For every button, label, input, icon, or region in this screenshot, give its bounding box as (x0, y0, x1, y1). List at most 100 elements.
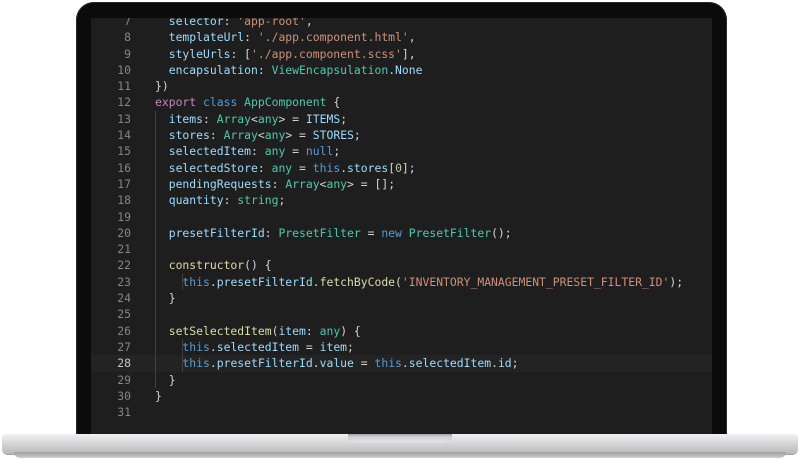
code-text: setSelectedItem(item: any) { (155, 323, 361, 339)
code-token: items (155, 111, 204, 126)
code-token: presetFilterId (155, 225, 265, 240)
code-token: : (251, 144, 265, 159)
code-token: = (353, 356, 375, 371)
code-line[interactable]: 7 selector: 'app-root', (91, 18, 712, 29)
code-text: this.presetFilterId.fetchByCode('INVENTO… (155, 274, 683, 290)
code-line[interactable]: 10 encapsulation: ViewEncapsulation.None (91, 62, 712, 78)
code-line[interactable]: 15 selectedItem: any = null; (91, 143, 712, 160)
code-token: any (264, 144, 286, 159)
code-token: 0 (395, 160, 402, 175)
code-line[interactable]: 25 (91, 306, 712, 323)
code-text: styleUrls: ['./app.component.scss'], (155, 46, 416, 62)
code-token: value (319, 356, 354, 371)
code-line[interactable]: 23 this.presetFilterId.fetchByCode('INVE… (91, 273, 712, 291)
code-token: : (244, 30, 258, 45)
line-number: 22 (117, 258, 131, 273)
code-editor[interactable]: 7 selector: 'app-root', 8 templateUrl: '.… (91, 18, 712, 434)
code-line[interactable]: 12 export class AppComponent { (91, 94, 712, 110)
code-line[interactable]: 30} (91, 388, 712, 404)
code-line[interactable]: 9 styleUrls: ['./app.component.scss'], (91, 46, 712, 62)
code-token: } (155, 372, 176, 387)
code-token: . (209, 356, 217, 371)
code-token: ; (353, 128, 361, 143)
code-line[interactable]: 26 setSelectedItem(item: any) { (91, 322, 712, 339)
code-line[interactable]: 21 (91, 241, 712, 258)
code-line[interactable]: 18 quantity: string; (91, 192, 712, 209)
code-token: any (264, 128, 286, 143)
code-token: ], (401, 46, 416, 61)
code-text: pendingRequests: Array<any> = []; (155, 176, 395, 192)
indent-guide (155, 290, 156, 307)
code-token: : (203, 111, 217, 126)
code-token: , (305, 18, 313, 28)
code-token: ; (511, 356, 519, 371)
line-number: 26 (117, 323, 131, 338)
code-token: = (292, 160, 313, 175)
line-number: 7 (124, 18, 131, 28)
code-token: null (305, 144, 334, 159)
code-token: ); (669, 274, 684, 289)
code-text: } (155, 290, 176, 306)
code-text: this.selectedItem = item; (155, 339, 353, 355)
code-line[interactable]: 8 templateUrl: './app.component.html', (91, 29, 712, 45)
code-token: . (401, 356, 409, 371)
code-line[interactable]: 14 stores: Array<any> = STORES; (91, 127, 712, 144)
code-text: this.presetFilterId.value = this.selecte… (155, 355, 519, 371)
code-token: > = (285, 128, 313, 143)
code-token: item (278, 323, 306, 338)
code-token: , (408, 30, 416, 45)
code-text: presetFilterId: PresetFilter = new Prese… (155, 225, 512, 241)
laptop-base-foot (14, 452, 786, 458)
code-token: : (271, 176, 286, 191)
line-number: 8 (124, 30, 131, 45)
code-line[interactable]: 19 (91, 208, 712, 225)
indent-guide (155, 257, 156, 274)
line-number: 19 (117, 209, 131, 224)
code-line[interactable]: 22 constructor() { (91, 257, 712, 274)
code-token: pendingRequests (155, 176, 272, 191)
code-token: PresetFilter (278, 225, 361, 240)
code-token: './app.component.scss' (251, 46, 402, 61)
indent-guide (155, 224, 156, 242)
code-token: item (319, 339, 348, 354)
code-area[interactable]: 7 selector: 'app-root', 8 templateUrl: '.… (91, 18, 712, 420)
code-line[interactable]: 16 selectedStore: any = this.stores[0]; (91, 159, 712, 176)
indent-guide (155, 143, 156, 160)
code-token: = (285, 144, 306, 159)
code-line[interactable]: 13 items: Array<any> = ITEMS; (91, 110, 712, 128)
code-token: any (319, 323, 341, 338)
code-token: quantity (155, 193, 224, 208)
code-token: selector (155, 18, 224, 28)
code-line[interactable]: 24 } (91, 290, 712, 307)
line-number: 17 (117, 176, 131, 191)
code-token: > = (278, 111, 306, 126)
line-number: 12 (117, 95, 131, 110)
code-token: }) (155, 79, 169, 94)
code-line[interactable]: 20 presetFilterId: PresetFilter = new Pr… (91, 224, 712, 242)
code-line[interactable]: 27 this.selectedItem = item; (91, 338, 712, 356)
code-token: presetFilterId (216, 356, 313, 371)
code-token: templateUrl (155, 30, 245, 45)
code-token: . (209, 274, 217, 289)
code-line[interactable]: 17 pendingRequests: Array<any> = []; (91, 175, 712, 193)
code-token: : (223, 18, 238, 28)
code-token: string (237, 193, 279, 208)
code-token: any (257, 111, 279, 126)
code-text: stores: Array<any> = STORES; (155, 127, 361, 143)
code-token: selectedStore (155, 160, 258, 175)
code-line[interactable]: 31 (91, 404, 712, 420)
code-token: fetchByCode (319, 274, 396, 289)
code-line[interactable]: 28 this.presetFilterId.value = this.sele… (91, 355, 712, 372)
code-line[interactable]: 11}) (91, 78, 712, 94)
code-token: encapsulation (155, 62, 258, 77)
code-text: selectedStore: any = this.stores[0]; (155, 160, 416, 176)
code-token: 'INVENTORY_MANAGEMENT_PRESET_FILTER_ID' (401, 274, 670, 289)
code-token: ITEMS (305, 111, 341, 126)
code-token: this (374, 356, 402, 371)
code-token: : (209, 128, 224, 143)
code-line[interactable]: 29 } (91, 371, 712, 388)
code-token: . (491, 356, 498, 371)
code-token: : (257, 160, 272, 175)
indent-guide (182, 355, 183, 372)
indent-guide (155, 175, 156, 193)
